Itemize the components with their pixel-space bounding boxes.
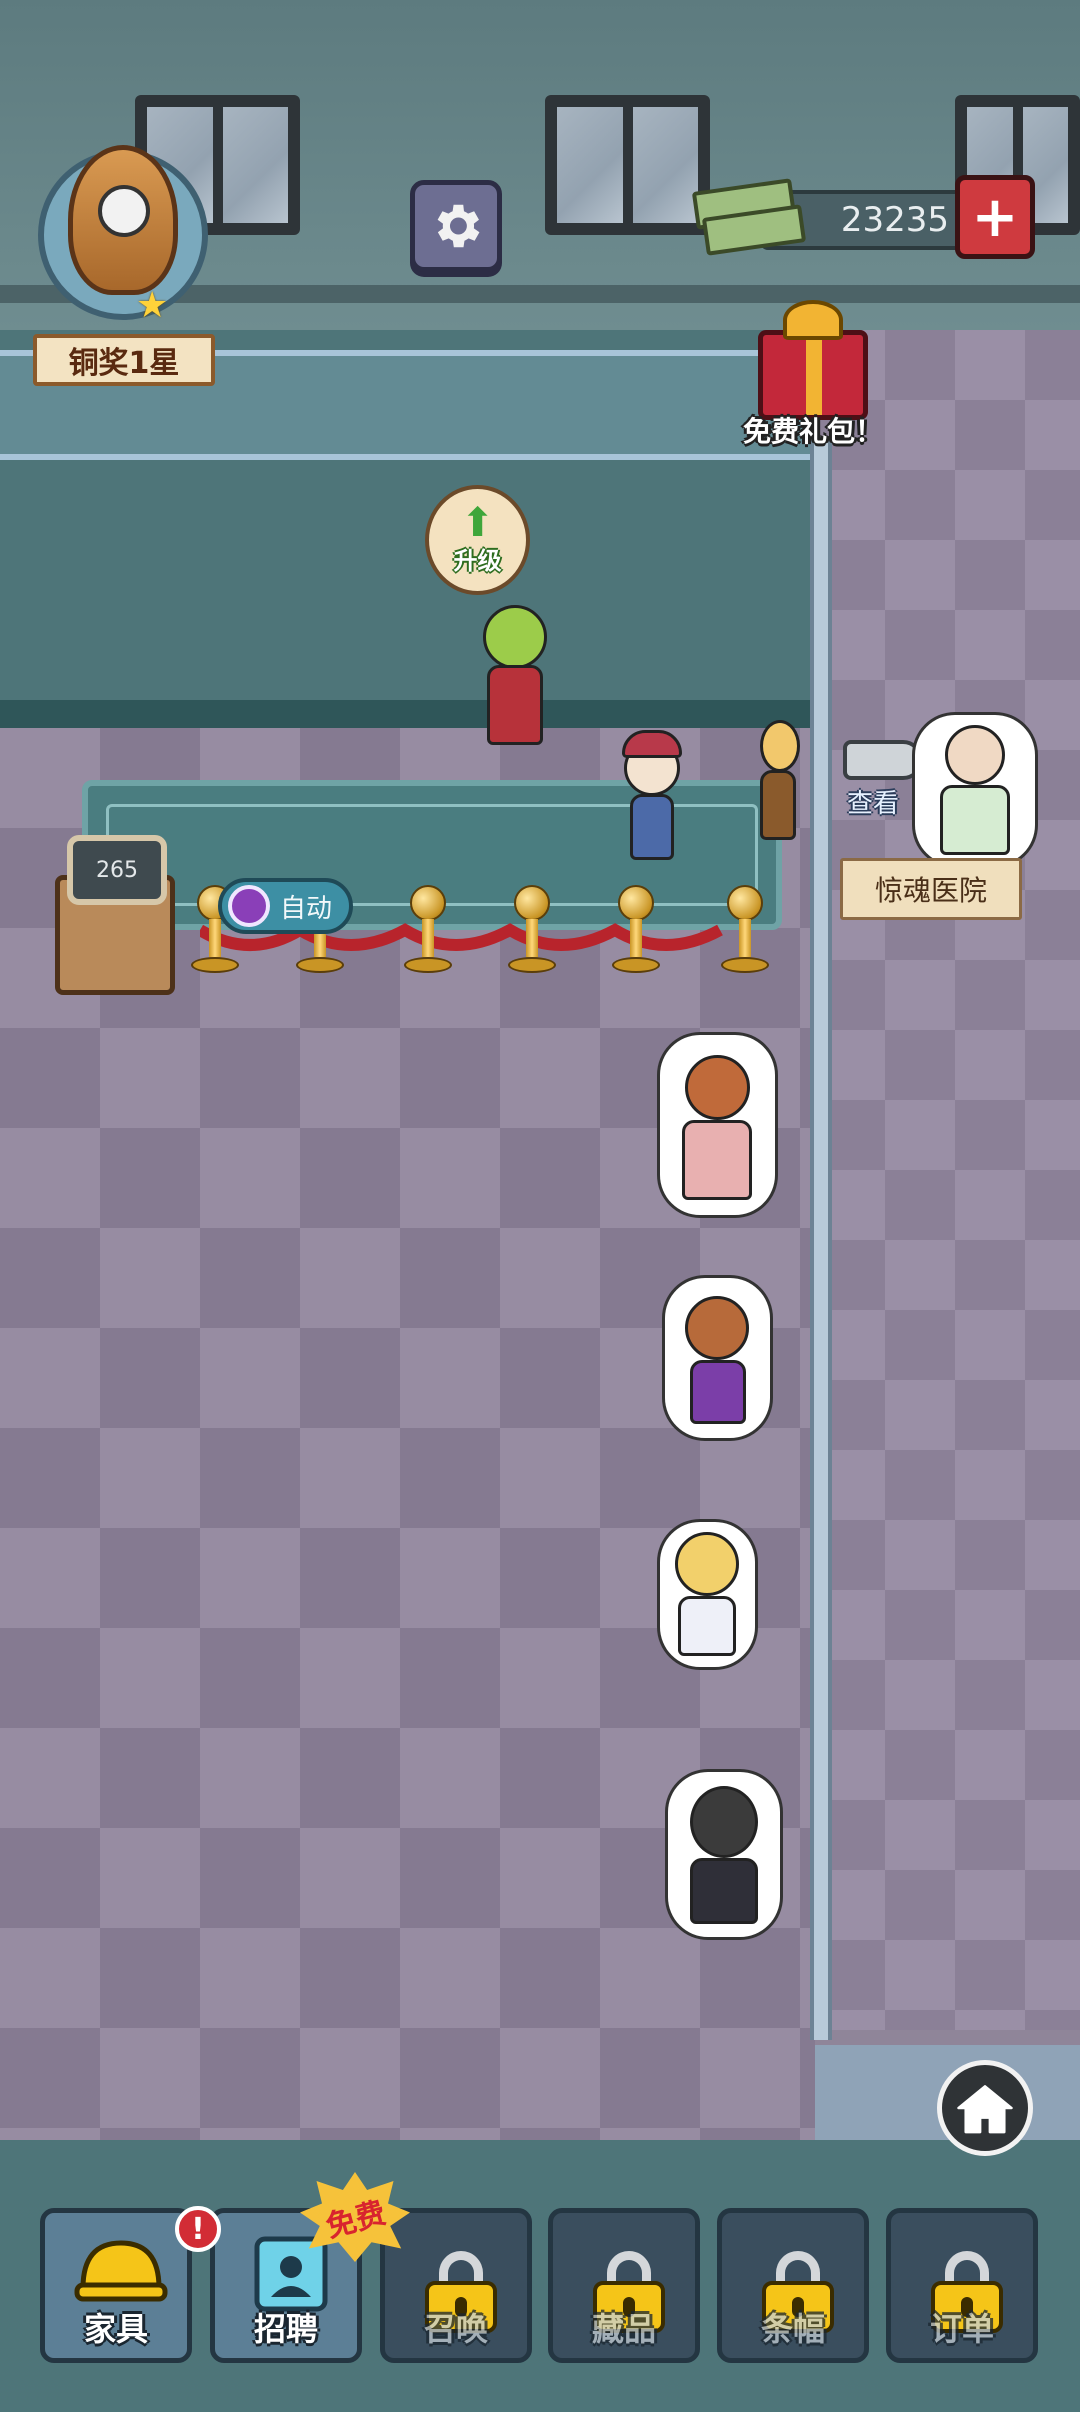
counter-edge	[0, 700, 815, 728]
upgrade-arrow-icon: ⬆	[460, 499, 495, 546]
tool-label: 招聘	[253, 2310, 318, 2348]
camera-icon	[843, 740, 923, 780]
upgrade-label: 升级	[453, 546, 502, 575]
tool-label: 条幅	[760, 2310, 825, 2348]
star-icon: ★	[136, 285, 169, 326]
tool-label: 订单	[929, 2310, 994, 2348]
receptionist-character[interactable]	[465, 605, 565, 755]
location-label[interactable]: 惊魂医院	[840, 858, 1022, 920]
corridor-floor	[815, 330, 1080, 2030]
money-icon	[690, 178, 810, 257]
doctor-character[interactable]	[915, 715, 1035, 865]
stanchion	[404, 885, 452, 980]
tool-orders[interactable]: 订单	[886, 2208, 1038, 2363]
trophy-icon[interactable]: ★	[28, 145, 218, 345]
toggle-knob	[228, 885, 270, 927]
helmet-icon	[74, 2240, 168, 2302]
gift-label: 免费礼包！	[742, 415, 883, 448]
tool-collection[interactable]: 藏品	[548, 2208, 700, 2363]
auto-label: 自动	[280, 893, 333, 924]
auto-toggle[interactable]: 自动	[218, 878, 353, 934]
tool-label: 家具	[83, 2310, 148, 2348]
camera-label: 查看	[847, 789, 900, 819]
waiting-character-blond[interactable]	[660, 1522, 755, 1667]
gift-icon	[758, 330, 868, 420]
tool-label: 召唤	[423, 2310, 488, 2348]
tool-summon[interactable]: 召唤	[380, 2208, 532, 2363]
waiting-character-hooded[interactable]	[668, 1772, 780, 1937]
home-icon	[957, 2085, 1013, 2134]
window	[545, 95, 710, 235]
waiting-character-fox[interactable]	[660, 1035, 775, 1215]
machine-counter: 265	[67, 835, 167, 905]
tool-banner[interactable]: 条幅	[717, 2208, 869, 2363]
add-currency-button[interactable]: +	[955, 175, 1035, 259]
stanchion	[721, 885, 769, 980]
stanchion	[612, 885, 660, 980]
upgrade-button[interactable]: ⬆ 升级	[425, 485, 530, 595]
waiting-character-girl[interactable]	[665, 1278, 770, 1438]
home-button[interactable]	[937, 2060, 1033, 2156]
customer-character[interactable]	[760, 715, 800, 865]
alert-badge: !	[175, 2206, 221, 2252]
settings-button[interactable]	[410, 180, 502, 272]
currency-display: 23235 +	[690, 175, 1035, 265]
stanchion	[508, 885, 556, 980]
customer-character[interactable]	[612, 730, 692, 875]
ticket-machine[interactable]: 265	[55, 835, 195, 995]
free-badge-label: 免费	[322, 2195, 390, 2246]
tool-label: 藏品	[591, 2310, 656, 2348]
free-gift-button[interactable]: 免费礼包！	[728, 290, 898, 460]
rank-label[interactable]: 铜奖1星	[33, 334, 215, 386]
corridor-wall	[810, 440, 832, 2040]
tool-furniture[interactable]: 家具	[40, 2208, 192, 2363]
gear-icon	[437, 204, 480, 248]
